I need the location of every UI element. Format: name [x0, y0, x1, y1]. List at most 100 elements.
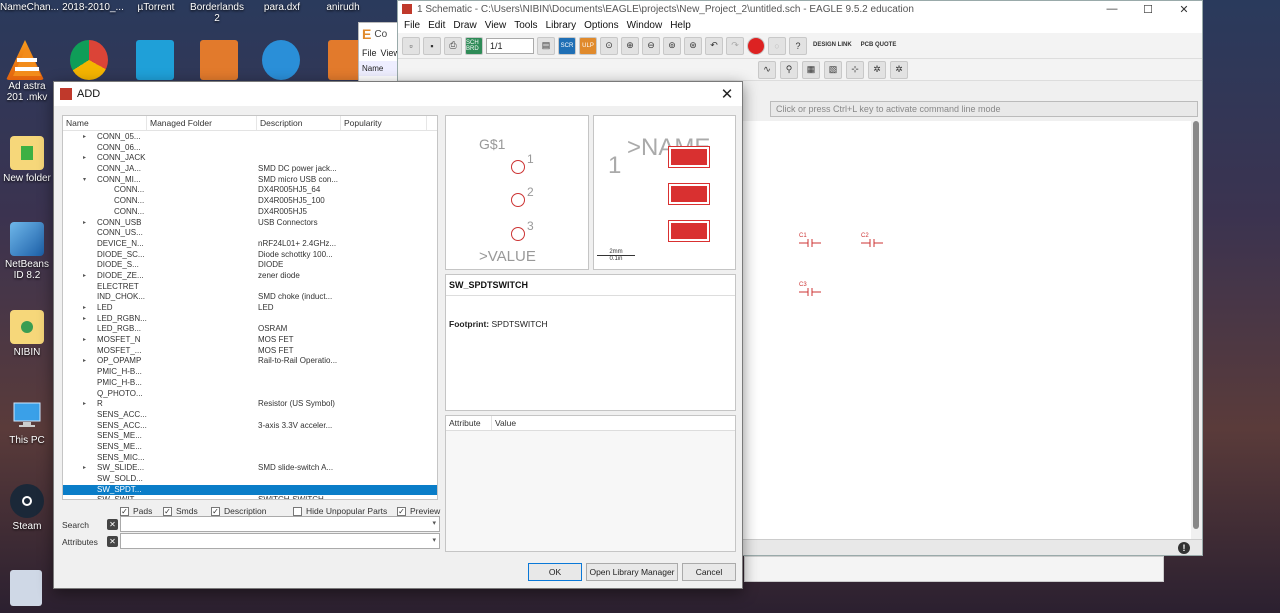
menu-options[interactable]: Options [580, 20, 622, 31]
menu-window[interactable]: Window [623, 20, 667, 31]
desktop-icon-video[interactable]: Ad astra 201 .mkv [0, 44, 54, 103]
chevron-down-icon[interactable]: ▾ [432, 519, 436, 527]
checkbox-icon[interactable] [293, 506, 302, 516]
tree-row[interactable]: ▸ CONN_JACK [63, 153, 437, 164]
ok-button[interactable]: OK [528, 563, 582, 581]
column-description[interactable]: Description [257, 116, 341, 130]
go-icon[interactable]: ○ [768, 36, 786, 55]
warning-icon[interactable]: ! [1178, 542, 1190, 554]
tree-row[interactable]: CONN_US... [63, 228, 437, 239]
checkbox-checked-icon[interactable]: ✓ [397, 506, 406, 516]
tree-row[interactable]: SENS_ACC... 3-axis 3.3V acceler... [63, 421, 437, 432]
tree-row[interactable]: CONN_06... [63, 143, 437, 154]
ulp-button[interactable]: ULP [579, 36, 597, 55]
close-icon[interactable]: ✕ [712, 85, 742, 103]
zoom-select-icon[interactable]: ⊚ [663, 36, 681, 55]
help-icon[interactable]: ? [789, 36, 807, 55]
tree-row[interactable]: ELECTRET [63, 282, 437, 293]
menu-help[interactable]: Help [666, 20, 695, 31]
command-line-input[interactable]: Click or press Ctrl+L key to activate co… [770, 101, 1198, 117]
zoom-fit-icon[interactable]: ⊙ [600, 36, 618, 55]
tree-row[interactable]: ▸ SW_SLIDE... SMD slide-switch A... [63, 463, 437, 474]
menu-edit[interactable]: Edit [424, 20, 449, 31]
checkbox-checked-icon[interactable]: ✓ [163, 506, 172, 516]
tree-row[interactable]: DIODE_SC... Diode schottky 100... [63, 250, 437, 261]
tree-row[interactable]: Q_PHOTO... [63, 389, 437, 400]
tree-row[interactable]: IND_CHOK... SMD choke (induct... [63, 292, 437, 303]
stop-icon[interactable] [747, 36, 765, 55]
pcb-quote-button[interactable]: PCB QUOTE [858, 42, 900, 49]
sch-brd-switch-button[interactable]: SCH BRD [465, 36, 483, 55]
maximize-icon[interactable]: ☐ [1130, 3, 1166, 16]
menu-view[interactable]: View [481, 20, 511, 31]
desktop-icon-steam[interactable]: Steam [0, 484, 54, 532]
tree-row[interactable]: DEVICE_N... nRF24L01+ 2.4GHz... [63, 239, 437, 250]
desktop-item-4[interactable]: para.dxf [256, 2, 308, 13]
layer-icon[interactable]: ▦ [802, 60, 820, 79]
tree-row[interactable]: ▾ CONN_MI... SMD micro USB con... [63, 175, 437, 186]
tree-row[interactable]: ▸ MOSFET_N MOS FET [63, 335, 437, 346]
menu-library[interactable]: Library [542, 20, 581, 31]
column-managed-folder[interactable]: Managed Folder [147, 116, 257, 130]
zoom-out-icon[interactable]: ⊖ [642, 36, 660, 55]
checkbox-checked-icon[interactable]: ✓ [211, 506, 220, 516]
tree-row[interactable]: CONN... DX4R005HJ5_100 [63, 196, 437, 207]
chevron-right-icon[interactable]: ▸ [83, 132, 86, 143]
add-dialog[interactable]: ADD ✕ Name Managed Folder Description Po… [53, 81, 743, 589]
chevron-right-icon[interactable]: ▸ [83, 463, 86, 474]
chevron-right-icon[interactable]: ▸ [83, 314, 86, 325]
tree-row[interactable]: CONN... DX4R005HJ5 [63, 207, 437, 218]
search-input[interactable]: ▾ [120, 516, 440, 532]
tree-row[interactable]: PMIC_H-B... [63, 367, 437, 378]
print-icon[interactable]: ⎙ [444, 36, 462, 55]
tree-row[interactable]: SW_SWIT... SWITCH-SWITCH [63, 495, 437, 499]
desktop-item-3[interactable]: Borderlands 2 [188, 2, 246, 24]
bg-menu-file[interactable]: File [362, 48, 377, 58]
settings-icon[interactable]: ✲ [890, 60, 908, 79]
tree-row[interactable]: CONN_JA... SMD DC power jack... [63, 164, 437, 175]
desktop-item-2[interactable]: µTorrent [128, 2, 184, 13]
cam-icon[interactable]: ▤ [537, 36, 555, 55]
tree-row[interactable]: CONN... DX4R005HJ5_64 [63, 185, 437, 196]
redo-icon[interactable]: ↷ [726, 36, 744, 55]
capacitor-c2[interactable]: C2 [861, 233, 883, 249]
gear-icon[interactable]: ✲ [868, 60, 886, 79]
add-part-icon[interactable]: ⊹ [846, 60, 864, 79]
tree-row[interactable]: ▸ DIODE_ZE... zener diode [63, 271, 437, 282]
desktop-icon-new-folder[interactable]: New folder [0, 136, 54, 184]
tree-row[interactable]: ▸ R Resistor (US Symbol) [63, 399, 437, 410]
library-tree[interactable]: Name Managed Folder Description Populari… [62, 115, 438, 500]
tree-row[interactable]: LED_RGB... OSRAM [63, 324, 437, 335]
capacitor-c3[interactable]: C3 [799, 282, 821, 298]
column-name[interactable]: Name [63, 116, 147, 130]
wire-icon[interactable]: ∿ [758, 60, 776, 79]
desktop-item-0[interactable]: NameChan... [0, 2, 59, 13]
chevron-right-icon[interactable]: ▸ [83, 356, 86, 367]
menu-draw[interactable]: Draw [449, 20, 480, 31]
close-icon[interactable]: ✕ [1166, 3, 1202, 16]
option-description[interactable]: ✓ Description [211, 506, 267, 516]
canvas-scrollbar[interactable] [1193, 121, 1199, 529]
undo-icon[interactable]: ↶ [705, 36, 723, 55]
option-preview[interactable]: ✓ Preview [397, 506, 440, 516]
option-pads[interactable]: ✓ Pads [120, 506, 152, 516]
tree-row[interactable]: SW_SPDT... [63, 484, 437, 496]
sheet-select[interactable]: 1/1 [486, 37, 534, 54]
desktop-icon-this-pc[interactable]: This PC [0, 398, 54, 446]
tree-row[interactable]: ▸ LED LED [63, 303, 437, 314]
column-attribute[interactable]: Attribute [446, 416, 492, 430]
option-hide-unpopular[interactable]: Hide Unpopular Parts [293, 506, 387, 516]
fusion-icon[interactable] [200, 40, 238, 80]
tree-row[interactable]: SENS_ME... [63, 442, 437, 453]
display-icon[interactable]: ▧ [824, 60, 842, 79]
menu-tools[interactable]: Tools [510, 20, 541, 31]
chevron-right-icon[interactable]: ▸ [83, 218, 86, 229]
cancel-button[interactable]: Cancel [682, 563, 736, 581]
recycle-bin-icon[interactable] [10, 570, 42, 606]
chevron-right-icon[interactable]: ▸ [83, 153, 86, 164]
chevron-right-icon[interactable]: ▸ [83, 271, 86, 282]
new-file-icon[interactable]: ▫ [402, 36, 420, 55]
tree-row[interactable]: SENS_ACC... [63, 410, 437, 421]
zoom-in-icon[interactable]: ⊕ [621, 36, 639, 55]
zoom-redraw-icon[interactable]: ⊛ [684, 36, 702, 55]
